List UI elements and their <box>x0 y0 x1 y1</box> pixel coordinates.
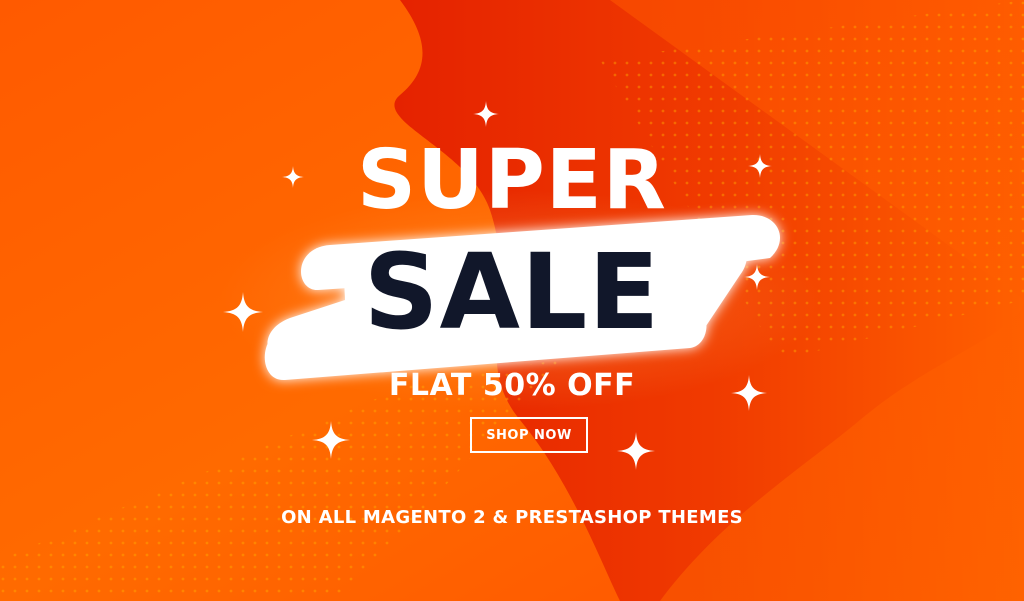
sale-banner: SUPER SALE FLAT 50% OFF SHOP NOW ON ALL … <box>0 0 1024 601</box>
sparkle-icon <box>223 292 263 332</box>
sparkle-icon <box>473 101 499 127</box>
tagline-text: ON ALL MAGENTO 2 & PRESTASHOP THEMES <box>281 507 743 528</box>
sparkle-icon <box>744 264 770 290</box>
headline-sale: SALE <box>363 231 661 353</box>
sparkle-icon <box>282 166 304 188</box>
sparkle-icon <box>748 154 772 178</box>
sparkle-icon <box>731 375 767 411</box>
shop-now-button[interactable]: SHOP NOW <box>470 417 588 453</box>
offer-text: FLAT 50% OFF <box>388 368 636 403</box>
shop-now-label: SHOP NOW <box>486 427 572 443</box>
sparkle-icon <box>312 421 350 459</box>
sparkle-icon <box>617 432 655 470</box>
